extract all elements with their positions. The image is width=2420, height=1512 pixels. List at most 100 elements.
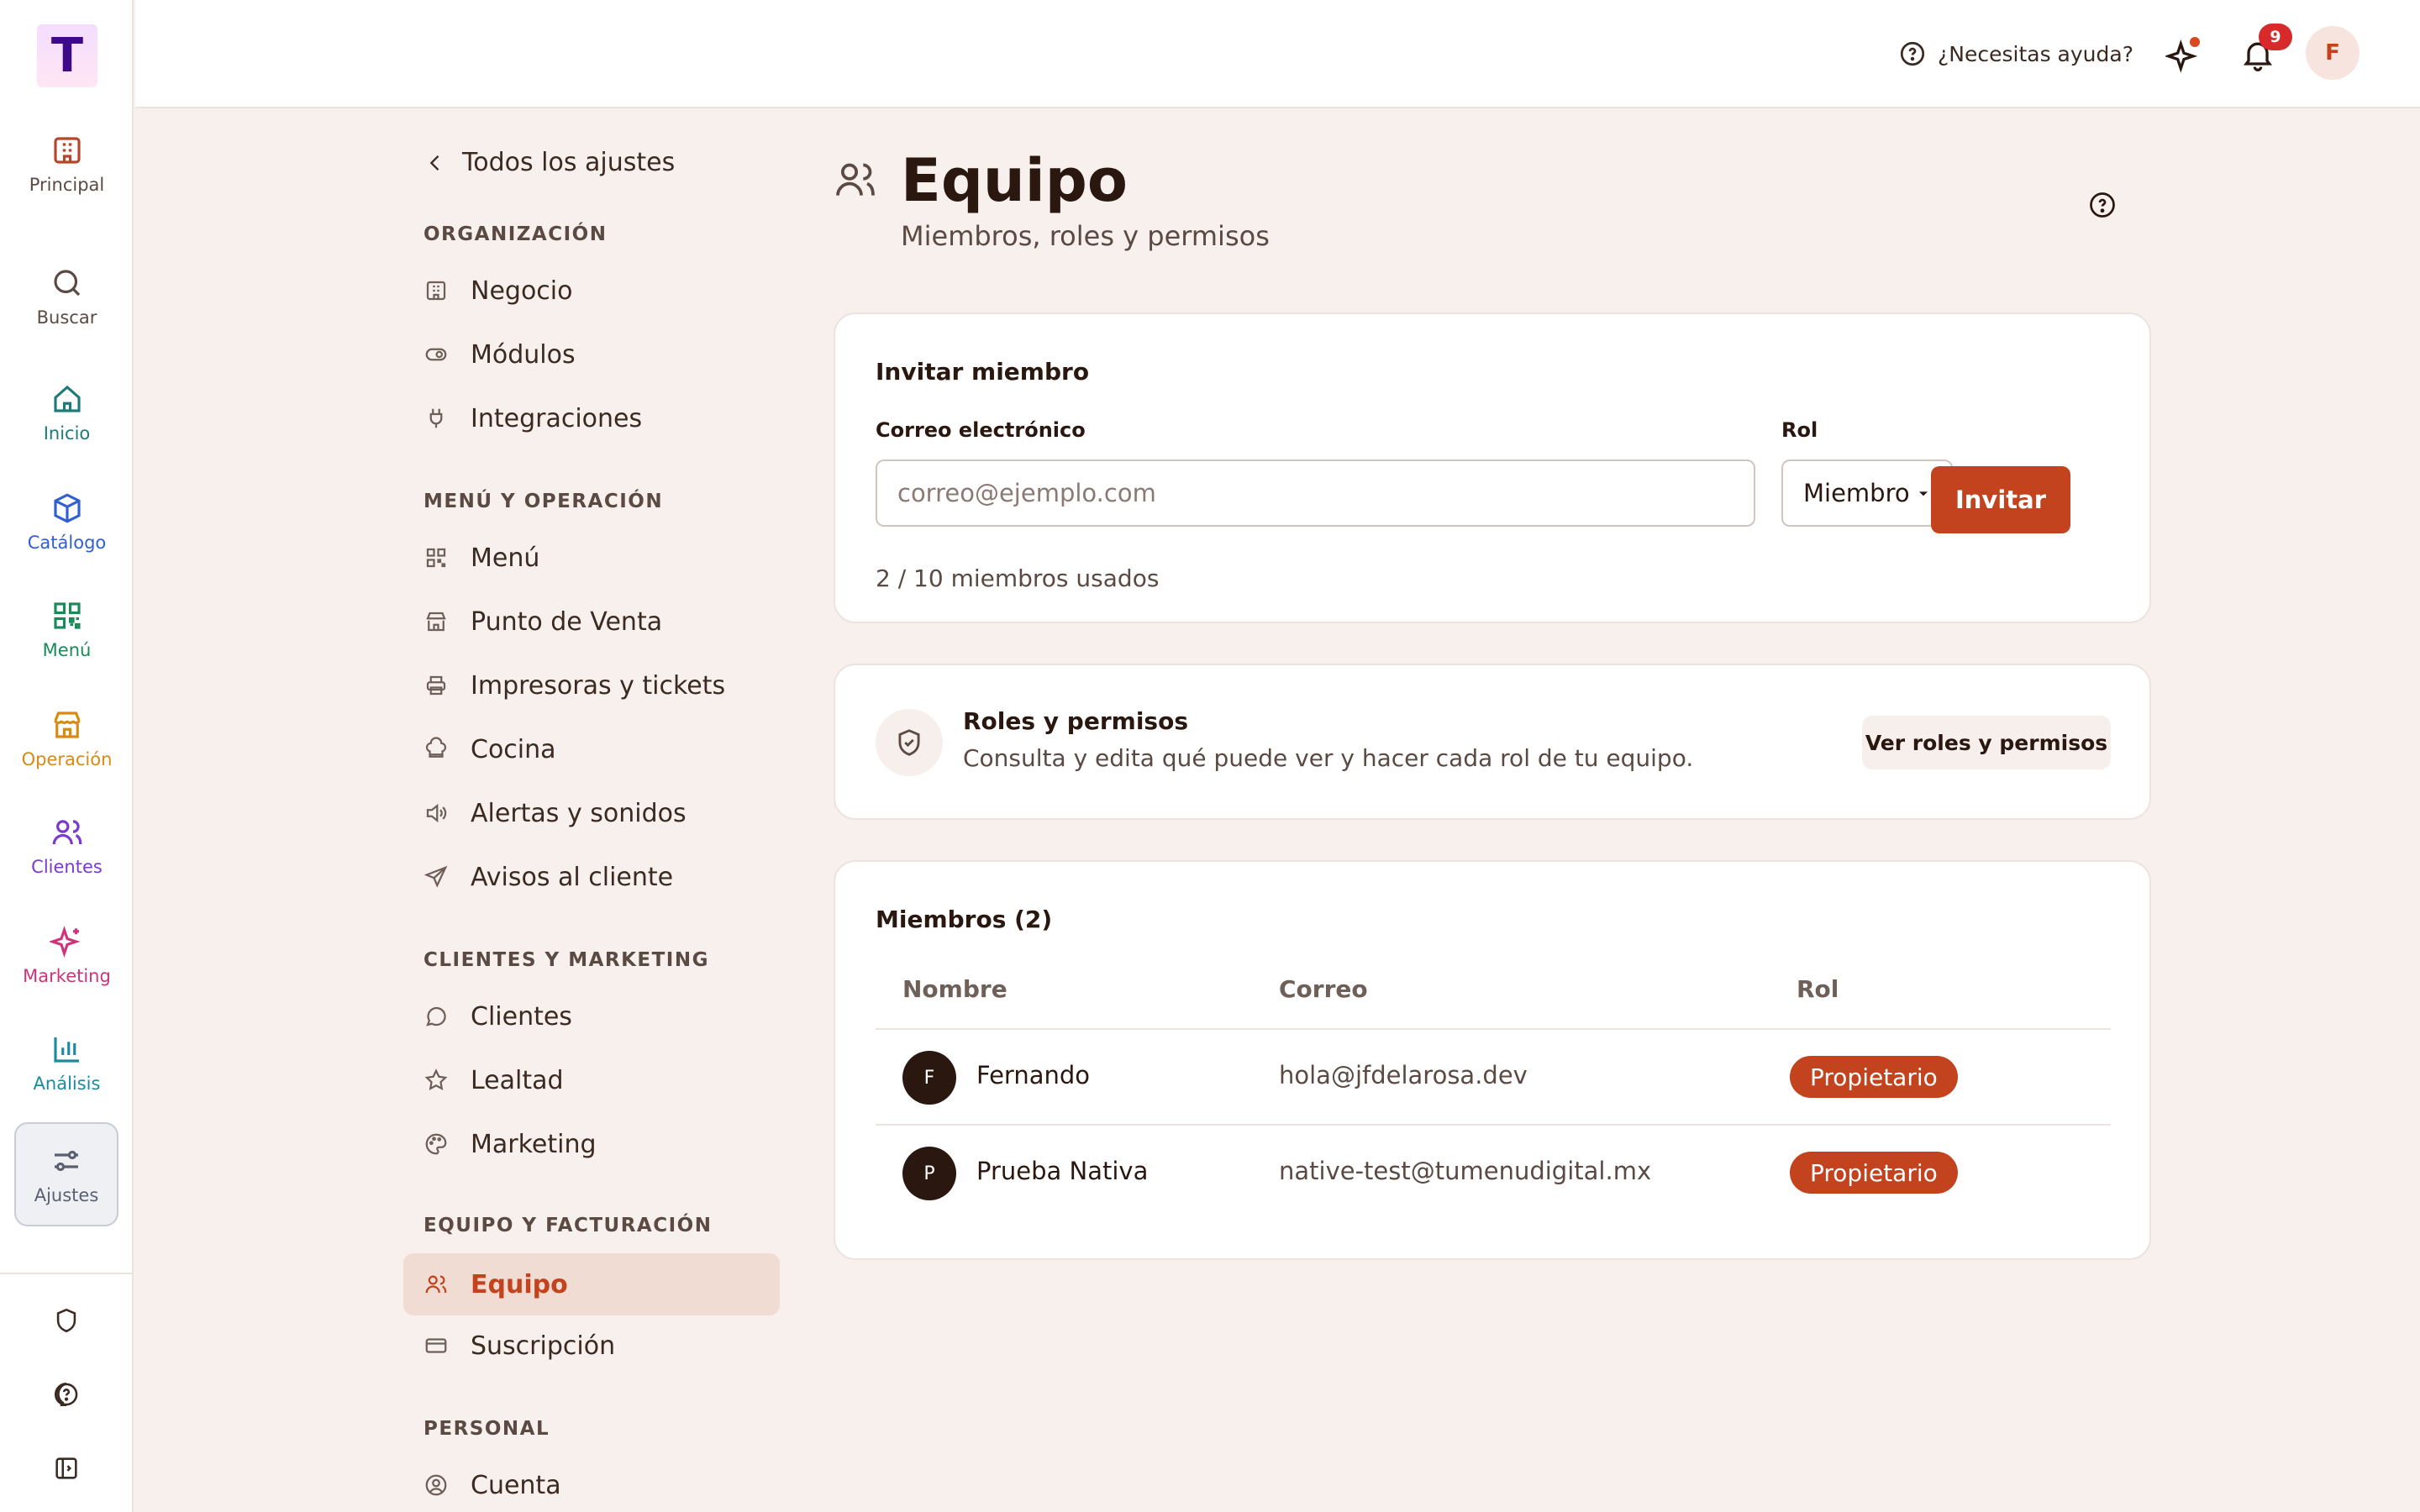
role-badge: Propietario bbox=[1790, 1152, 1958, 1194]
settings-item-label: Equipo bbox=[471, 1269, 568, 1299]
view-roles-button[interactable]: Ver roles y permisos bbox=[1862, 716, 2111, 769]
roles-description: Consulta y edita qué puede ver y hacer c… bbox=[963, 744, 1694, 772]
invite-button[interactable]: Invitar bbox=[1931, 466, 2070, 533]
building-icon bbox=[53, 137, 81, 164]
user-avatar[interactable]: F bbox=[2306, 26, 2360, 80]
rail-item-catalogo[interactable]: Catálogo bbox=[0, 491, 134, 553]
settings-item-label: Punto de Venta bbox=[471, 606, 663, 637]
roles-card: Roles y permisos Consulta y edita qué pu… bbox=[834, 664, 2151, 820]
invite-title: Invitar miembro bbox=[876, 358, 1090, 386]
section-title: MENÚ Y OPERACIÓN bbox=[424, 491, 664, 512]
members-card: Miembros (2) Nombre Correo Rol F Fernand… bbox=[834, 860, 2151, 1260]
role-badge: Propietario bbox=[1790, 1056, 1958, 1098]
help-circle-icon[interactable] bbox=[2087, 190, 2118, 220]
rail-label: Menú bbox=[42, 640, 92, 660]
settings-item-label: Alertas y sonidos bbox=[471, 798, 687, 828]
rail-label: Buscar bbox=[36, 307, 97, 328]
help-chat-icon bbox=[1900, 41, 1925, 66]
qr-code-icon bbox=[426, 548, 446, 568]
member-email: native-test@tumenudigital.mx bbox=[1279, 1157, 1652, 1185]
rail-item-operacion[interactable]: Operación bbox=[0, 707, 134, 769]
rail-item-analisis[interactable]: Análisis bbox=[0, 1032, 134, 1094]
rail-label: Ajustes bbox=[34, 1185, 99, 1205]
app-rail: T Principal Buscar Inicio Catálogo Menú … bbox=[0, 0, 134, 1512]
role-label: Rol bbox=[1781, 418, 1818, 442]
settings-item-impresoras[interactable]: Impresoras y tickets bbox=[424, 669, 725, 702]
shield-check-icon bbox=[898, 729, 920, 756]
star-icon bbox=[424, 1068, 448, 1090]
user-circle-icon bbox=[425, 1474, 447, 1496]
help-link[interactable]: ¿Necesitas ayuda? bbox=[1897, 39, 2133, 69]
rail-label: Catálogo bbox=[27, 533, 107, 553]
rail-label: Marketing bbox=[23, 966, 111, 986]
role-select[interactable]: Miembro bbox=[1781, 459, 1953, 527]
settings-item-label: Suscripción bbox=[471, 1331, 616, 1361]
support-button[interactable] bbox=[48, 1376, 85, 1413]
rail-label: Análisis bbox=[33, 1074, 101, 1094]
section-title: EQUIPO Y FACTURACIÓN bbox=[424, 1215, 713, 1236]
members-usage: 2 / 10 miembros usados bbox=[876, 564, 1160, 592]
email-field[interactable] bbox=[876, 459, 1755, 527]
toggle-icon bbox=[425, 348, 447, 361]
roles-icon-wrap bbox=[876, 709, 943, 776]
collapse-sidebar-button[interactable] bbox=[48, 1450, 85, 1487]
settings-item-punto-de-venta[interactable]: Punto de Venta bbox=[424, 605, 662, 638]
member-avatar: P bbox=[902, 1147, 956, 1200]
rail-item-inicio[interactable]: Inicio bbox=[0, 381, 134, 444]
back-label: Todos los ajustes bbox=[462, 148, 676, 177]
rail-item-marketing[interactable]: Marketing bbox=[0, 924, 134, 986]
section-title: ORGANIZACIÓN bbox=[424, 223, 608, 245]
settings-item-modulos[interactable]: Módulos bbox=[424, 338, 576, 371]
settings-item-marketing[interactable]: Marketing bbox=[424, 1127, 597, 1161]
settings-item-menu[interactable]: Menú bbox=[424, 541, 539, 575]
roles-title: Roles y permisos bbox=[963, 707, 1188, 735]
security-button[interactable] bbox=[48, 1302, 85, 1339]
app-logo[interactable]: T bbox=[37, 24, 97, 87]
rail-item-principal[interactable]: Principal bbox=[0, 133, 134, 195]
settings-item-cocina[interactable]: Cocina bbox=[424, 732, 556, 766]
settings-item-equipo[interactable]: Equipo bbox=[403, 1253, 780, 1315]
page-subtitle: Miembros, roles y permisos bbox=[901, 220, 1270, 252]
table-row[interactable]: P Prueba Nativa native-test@tumenudigita… bbox=[876, 1124, 2111, 1220]
column-header-role: Rol bbox=[1797, 975, 1839, 1003]
bar-chart-icon bbox=[53, 1037, 79, 1063]
invite-card: Invitar miembro Correo electrónico Rol M… bbox=[834, 312, 2151, 623]
plug-icon bbox=[429, 408, 443, 428]
settings-item-label: Avisos al cliente bbox=[471, 862, 674, 892]
settings-item-negocio[interactable]: Negocio bbox=[424, 274, 572, 307]
settings-item-label: Módulos bbox=[471, 339, 576, 370]
settings-item-alertas[interactable]: Alertas y sonidos bbox=[424, 796, 687, 830]
search-icon bbox=[53, 270, 80, 297]
member-email: hola@jfdelarosa.dev bbox=[1279, 1061, 1528, 1089]
settings-item-integraciones[interactable]: Integraciones bbox=[424, 402, 642, 435]
users-icon bbox=[52, 820, 82, 845]
column-header-email: Correo bbox=[1279, 975, 1368, 1003]
rail-divider bbox=[0, 1273, 134, 1274]
section-title: CLIENTES Y MARKETING bbox=[424, 949, 709, 971]
settings-item-label: Clientes bbox=[471, 1001, 572, 1032]
settings-item-suscripcion[interactable]: Suscripción bbox=[424, 1329, 615, 1362]
settings-item-label: Lealtad bbox=[471, 1065, 564, 1095]
settings-item-label: Menú bbox=[471, 543, 540, 573]
shield-icon bbox=[56, 1308, 76, 1333]
rail-label: Principal bbox=[29, 175, 105, 195]
back-to-settings-link[interactable]: Todos los ajustes bbox=[424, 148, 675, 177]
settings-item-clientes[interactable]: Clientes bbox=[424, 1000, 572, 1033]
box-icon bbox=[53, 493, 81, 523]
settings-item-cuenta[interactable]: Cuenta bbox=[424, 1468, 561, 1502]
section-title: PERSONAL bbox=[424, 1418, 550, 1440]
settings-item-avisos[interactable]: Avisos al cliente bbox=[424, 860, 673, 894]
store-icon bbox=[53, 711, 81, 738]
sparkles-icon bbox=[49, 926, 80, 958]
rail-item-ajustes[interactable]: Ajustes bbox=[14, 1122, 118, 1226]
table-row[interactable]: F Fernando hola@jfdelarosa.dev Propietar… bbox=[876, 1028, 2111, 1124]
printer-icon bbox=[426, 675, 446, 696]
settings-item-lealtad[interactable]: Lealtad bbox=[424, 1063, 564, 1097]
notifications-badge: 9 bbox=[2259, 24, 2292, 50]
rail-item-menu[interactable]: Menú bbox=[0, 598, 134, 660]
rail-item-clientes[interactable]: Clientes bbox=[0, 815, 134, 877]
help-label: ¿Necesitas ayuda? bbox=[1938, 41, 2133, 66]
column-header-name: Nombre bbox=[902, 975, 1007, 1003]
settings-item-label: Integraciones bbox=[471, 403, 643, 433]
rail-item-buscar[interactable]: Buscar bbox=[0, 265, 134, 328]
